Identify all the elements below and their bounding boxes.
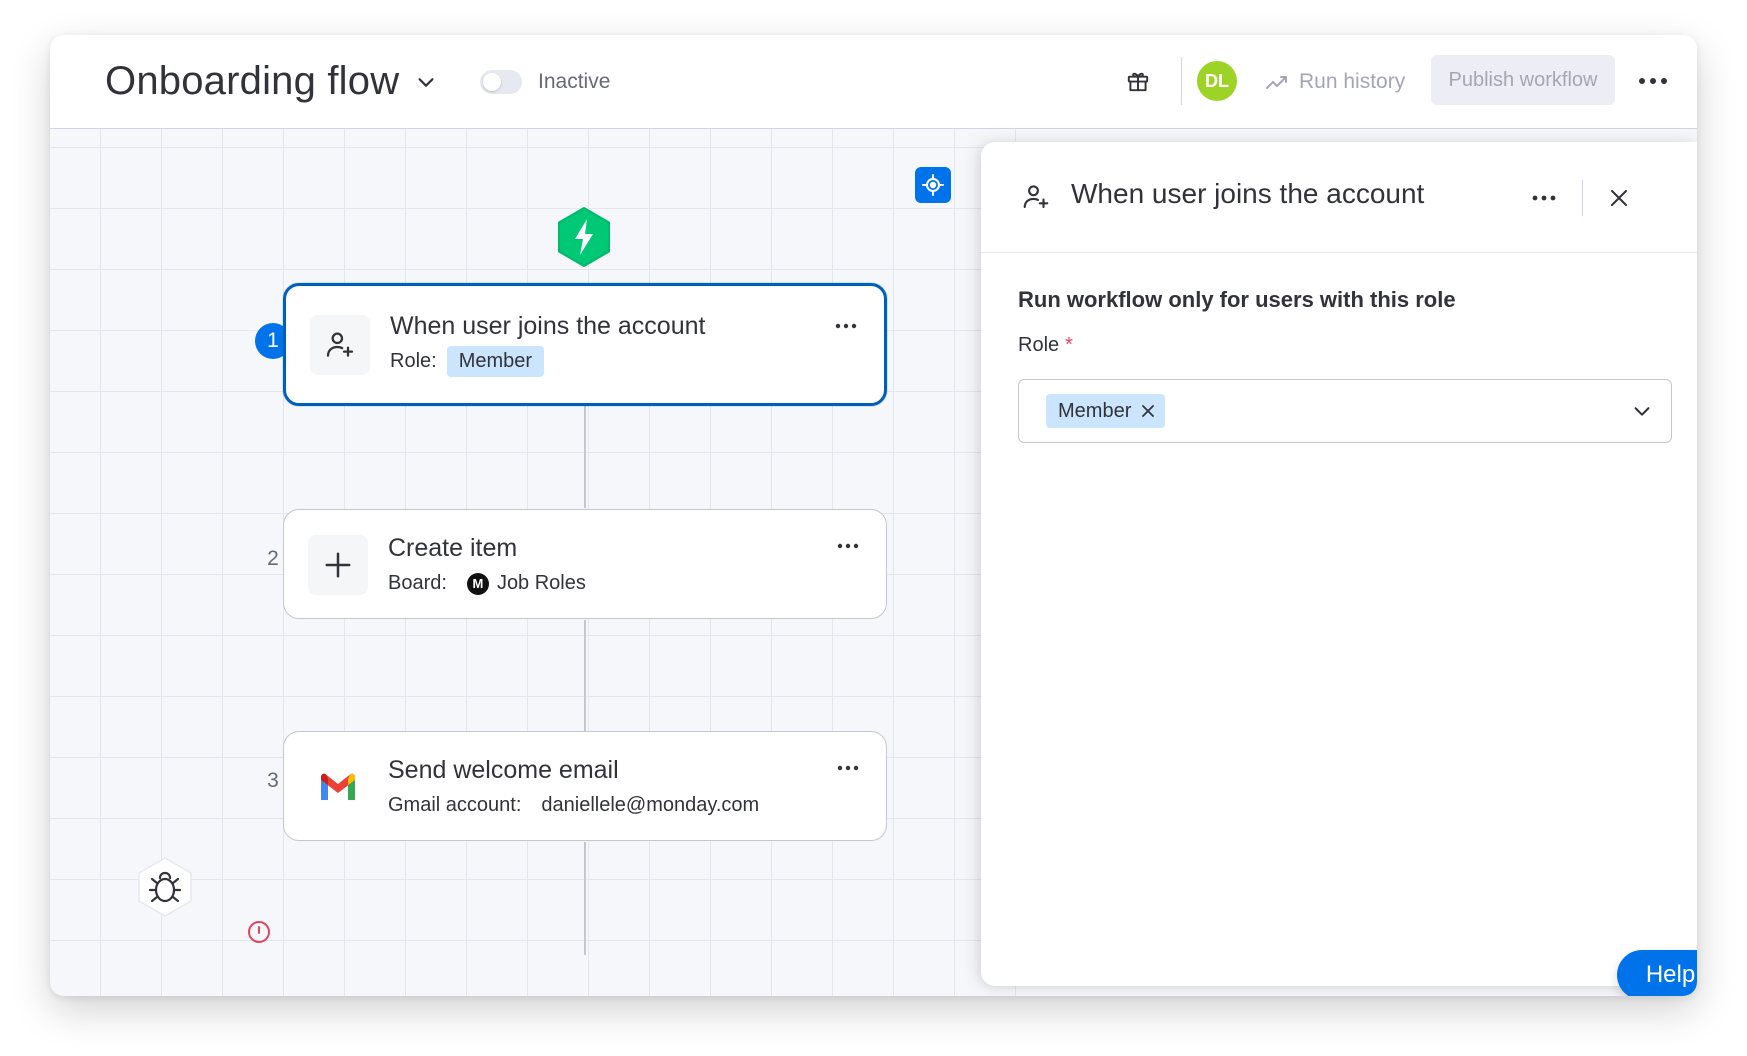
connector-line [584, 396, 586, 508]
role-chip: Member [446, 346, 545, 377]
header-divider [1181, 57, 1182, 105]
node-sub-label: Board: [388, 572, 447, 594]
board-name: Job Roles [496, 572, 586, 594]
more-icon [1639, 78, 1667, 84]
required-mark: * [1065, 334, 1073, 356]
selected-role-chip: Member [1046, 394, 1166, 428]
user-add-icon [326, 332, 354, 357]
run-history-label: Run history [1299, 69, 1406, 93]
node-more-button[interactable] [832, 756, 864, 780]
publish-workflow-button[interactable]: Publish workflow [1431, 55, 1615, 105]
remove-role-button[interactable] [1141, 404, 1155, 418]
error-icon [248, 921, 270, 943]
node-subtitle: Role: Member [390, 346, 545, 377]
role-select[interactable]: Member [1018, 379, 1672, 443]
node-title: When user joins the account [390, 312, 706, 340]
bug-icon[interactable] [134, 856, 196, 918]
toggle-knob [483, 72, 501, 91]
node-icon-box [308, 757, 368, 817]
create-item-node[interactable]: Create item Board: M Job Roles [283, 509, 887, 619]
lightning-icon [558, 207, 610, 267]
chevron-down-icon[interactable] [1631, 400, 1653, 422]
board-badge: M [466, 572, 489, 595]
avatar[interactable]: DL [1197, 61, 1237, 101]
workflow-title-dropdown[interactable]: Onboarding flow [105, 35, 437, 128]
active-toggle-group: Inactive [480, 35, 610, 128]
trigger-node[interactable]: When user joins the account Role: Member [283, 283, 887, 406]
user-add-icon [1023, 185, 1049, 209]
locate-icon [922, 174, 944, 196]
node-subtitle: Board: M Job Roles [388, 572, 586, 595]
panel-more-button[interactable] [1526, 184, 1562, 212]
panel-close-button[interactable] [1601, 180, 1637, 216]
panel-section-heading: Run workflow only for users with this ro… [1018, 287, 1456, 312]
node-title: Send welcome email [388, 756, 619, 784]
gmail-icon [321, 773, 355, 800]
top-bar: Onboarding flow Inactive DL Run history … [50, 35, 1697, 129]
status-label: Inactive [538, 69, 611, 93]
more-options-button[interactable] [1635, 65, 1671, 97]
help-button[interactable]: Help [1617, 950, 1697, 996]
node-sub-label: Role: [390, 350, 437, 372]
trigger-settings-panel: When user joins the account Run workflow… [981, 142, 1697, 986]
close-icon [1611, 190, 1627, 206]
role-field-label: Role * [1018, 334, 1073, 357]
recenter-button[interactable] [915, 167, 951, 203]
app-window: Onboarding flow Inactive DL Run history … [50, 35, 1697, 996]
gift-icon [1127, 72, 1149, 92]
panel-title: When user joins the account [1071, 178, 1425, 209]
connector-line [584, 620, 586, 732]
send-email-node[interactable]: Send welcome email Gmail account: daniel… [283, 731, 887, 841]
close-icon [1142, 405, 1155, 417]
node-subtitle: Gmail account: daniellele@monday.com [388, 794, 759, 817]
node-icon-box [310, 315, 370, 375]
gift-button[interactable] [1120, 63, 1156, 99]
page-title: Onboarding flow [105, 59, 400, 103]
connector-line [584, 842, 586, 955]
active-toggle[interactable] [480, 69, 522, 94]
role-label-text: Role [1018, 334, 1060, 356]
panel-header-divider [1582, 180, 1583, 216]
more-icon [837, 765, 859, 771]
panel-header: When user joins the account [981, 142, 1697, 253]
plus-icon [325, 552, 351, 578]
chevron-down-icon [415, 71, 437, 93]
node-title: Create item [388, 534, 518, 562]
node-more-button[interactable] [832, 534, 864, 558]
node-sub-label: Gmail account: [388, 794, 522, 816]
more-icon [1532, 195, 1556, 201]
more-icon [835, 323, 857, 329]
trend-icon [1265, 72, 1289, 92]
workflow-canvas[interactable]: 1 2 3 When user joins the account Role: … [50, 129, 1045, 996]
node-icon-box [308, 535, 368, 595]
run-history-button[interactable]: Run history [1265, 35, 1405, 128]
node-more-button[interactable] [830, 314, 862, 338]
gmail-account: daniellele@monday.com [541, 794, 760, 816]
selected-role-label: Member [1058, 399, 1132, 422]
more-icon [837, 543, 859, 549]
